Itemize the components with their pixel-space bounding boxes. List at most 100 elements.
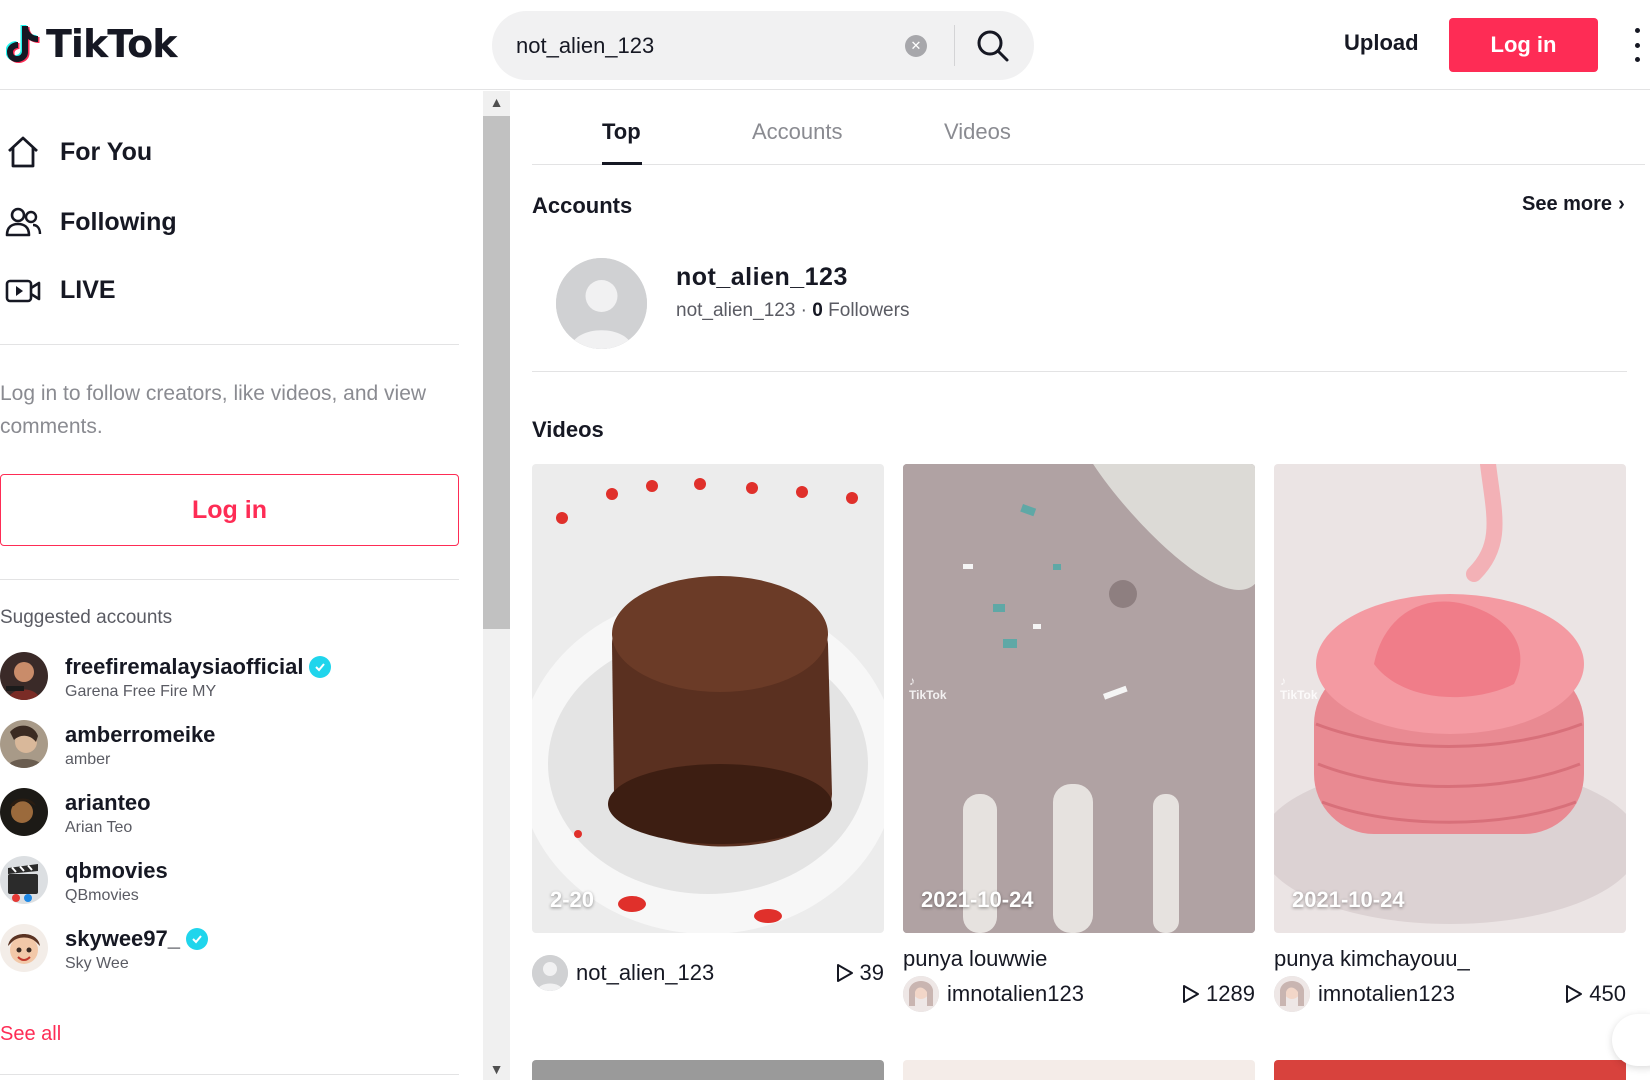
search-bar[interactable]: not_alien_123 ✕ [492,11,1034,80]
video-thumbnail-partial[interactable] [532,1060,884,1080]
top-header: TikTok not_alien_123 ✕ Upload Log in [0,0,1650,90]
accounts-section-title: Accounts [532,193,633,218]
verified-badge-icon [309,656,332,678]
video-thumbnail-image [903,464,1255,933]
suggested-accounts-title: Suggested accounts [0,607,173,628]
author-username: not_alien_123 [576,960,715,985]
play-count: 39 [859,960,884,985]
video-meta: not_alien_123 39 [532,953,884,993]
video-author[interactable]: not_alien_123 [532,955,714,991]
tiktok-watermark: ♪ TikTok [1280,674,1318,702]
active-tab-indicator [602,162,642,165]
play-count: 450 [1589,981,1626,1006]
suggested-username: amberromeike [65,722,215,748]
tab-videos[interactable]: Videos [944,119,1011,145]
tab-top[interactable]: Top [602,119,641,145]
sidebar-divider [0,1074,459,1075]
account-avatar[interactable] [556,258,647,349]
account-subtitle: not_alien_123 · 0 Followers [676,300,910,321]
scroll-thumb[interactable] [483,116,510,629]
play-icon [1566,985,1583,1003]
live-icon [5,279,41,303]
avatar [0,652,48,700]
scroll-down-arrow-icon[interactable]: ▼ [483,1058,510,1080]
nav-live[interactable]: LIVE [4,271,116,309]
suggested-account[interactable]: qbmovies QBmovies [0,856,460,916]
play-icon [836,964,853,982]
watermark-text: TikTok [909,688,947,702]
video-meta: imnotalien123 1289 [903,974,1255,1014]
videos-section-title: Videos [532,417,604,442]
video-author[interactable]: imnotalien123 [1274,976,1455,1012]
video-thumbnail-image [1274,464,1626,933]
watermark-text: TikTok [1280,688,1318,702]
video-thumbnail[interactable]: ♪ TikTok 2021-10-24 [1274,464,1626,933]
avatar [0,856,48,904]
author-username: imnotalien123 [947,981,1084,1006]
author-avatar [903,976,939,1012]
nav-following[interactable]: Following [4,203,177,241]
username-text: qbmovies [65,858,168,883]
scroll-to-top-button[interactable] [1612,1014,1650,1066]
scroll-up-arrow-icon[interactable]: ▲ [483,91,510,113]
username-text: freefiremalaysiaofficial [65,654,304,679]
suggested-nickname: amber [65,751,111,768]
author-username: imnotalien123 [1318,981,1455,1006]
verified-badge-icon [186,928,208,950]
video-card[interactable]: ♪ TikTok 2021-10-24 punya louwwie imnotal… [903,464,1255,1014]
see-more-label: See more [1522,193,1613,215]
nav-for-you[interactable]: For You [4,133,152,171]
sidebar-scrollbar[interactable]: ▲ ▼ [483,91,510,1080]
video-card[interactable]: ♪ TikTok 2021-10-24 punya kimchayouu_ imn… [1274,464,1626,1014]
sidebar-divider [0,579,459,580]
suggested-nickname: Garena Free Fire MY [65,683,217,700]
suggested-account[interactable]: skywee97_ Sky Wee [0,924,460,984]
close-icon: ✕ [910,38,922,53]
tiktok-logo[interactable]: TikTok [6,22,177,66]
suggested-username: skywee97_ [65,926,208,952]
video-thumbnail-partial[interactable] [903,1060,1255,1080]
clear-search-button[interactable]: ✕ [905,35,927,57]
sidebar: For You Following LIVE Log in to follow … [0,91,483,1080]
play-icon [1183,985,1200,1003]
search-tabs: Top Accounts Videos [532,91,1645,165]
tiktok-note-icon: ♪ [1280,674,1286,688]
account-name[interactable]: not_alien_123 [676,263,848,292]
video-thumbnail[interactable]: 2-20 [532,464,884,933]
author-avatar [1274,976,1310,1012]
suggested-nickname: QBmovies [65,887,139,904]
sidebar-login-button[interactable]: Log in [0,474,459,546]
search-divider [954,25,955,66]
video-plays: 1289 [1182,981,1255,1007]
suggested-nickname: Arian Teo [65,819,133,836]
more-menu-icon[interactable] [1632,28,1642,62]
video-caption[interactable]: punya kimchayouu_ [1274,946,1626,974]
avatar [0,720,48,768]
video-thumbnail[interactable]: ♪ TikTok 2021-10-24 [903,464,1255,933]
following-icon [5,207,42,237]
suggested-username: arianteo [65,790,151,816]
video-plays: 450 [1565,981,1626,1007]
video-thumbnail-image [532,464,884,933]
search-button[interactable] [974,27,1012,65]
see-all-link[interactable]: See all [0,1023,61,1046]
suggested-account[interactable]: freefiremalaysiaofficial Garena Free Fir… [0,652,460,712]
video-caption[interactable]: punya louwwie [903,946,1255,974]
nav-label: LIVE [60,275,116,304]
suggested-account[interactable]: amberromeike amber [0,720,460,780]
video-card[interactable]: 2-20 not_alien_123 39 [532,464,884,993]
upload-button[interactable]: Upload [1344,30,1419,56]
tab-accounts[interactable]: Accounts [752,119,843,145]
suggested-username: qbmovies [65,858,168,884]
suggested-account[interactable]: arianteo Arian Teo [0,788,460,848]
video-author[interactable]: imnotalien123 [903,976,1084,1012]
home-icon [8,136,38,168]
login-button[interactable]: Log in [1449,18,1598,72]
video-thumbnail-partial[interactable] [1274,1060,1626,1080]
chevron-right-icon: › [1618,193,1625,215]
search-input[interactable]: not_alien_123 [516,33,654,59]
play-count: 1289 [1206,981,1255,1006]
sidebar-divider [0,344,459,345]
see-more-link[interactable]: See more › [1522,193,1625,216]
video-date: 2021-10-24 [921,887,1034,912]
